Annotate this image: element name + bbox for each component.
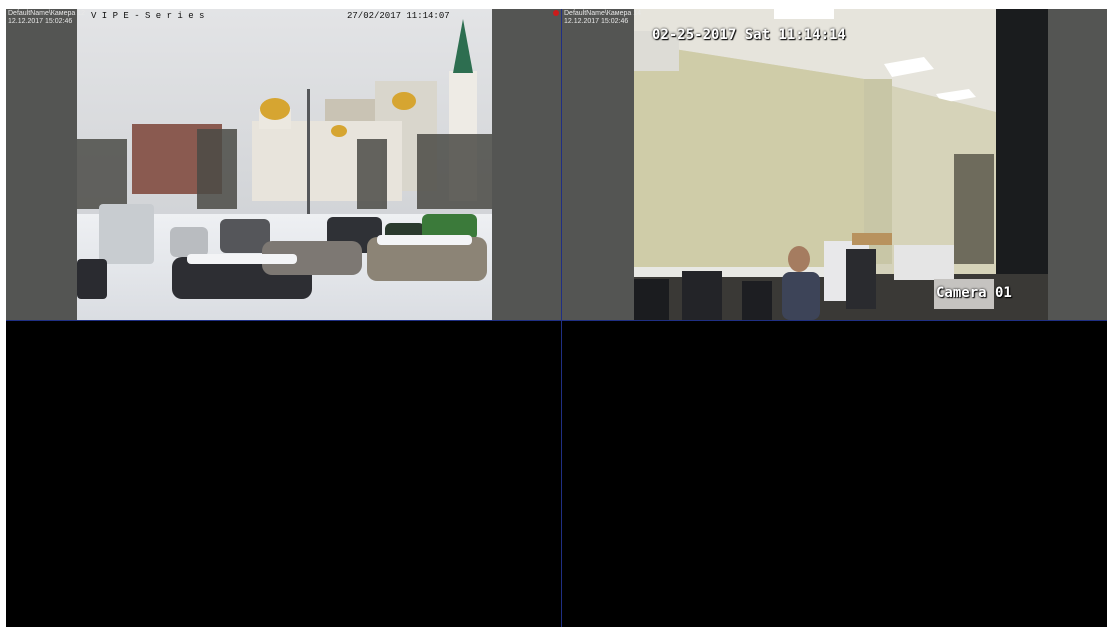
camera-1-info: DefaultName\Камера 12 12.12.2017 15:02:4… [8,10,85,26]
camera-tile-2[interactable]: 02-25-2017 Sat 11:14:14 Camera 01 Defaul… [562,9,1107,320]
camera-2-name: DefaultName\Камера 14 [564,10,641,17]
grid-divider-horizontal [6,320,1107,321]
camera-1-overlay-model: V I P E - S e r i e s [91,11,205,21]
camera-1-overlay-datetime: 27/02/2017 11:14:07 [347,11,450,21]
camera-1-name: DefaultName\Камера 12 [8,10,85,17]
camera-tile-1[interactable]: V I P E - S e r i e s 27/02/2017 11:14:0… [6,9,561,320]
camera-2-overlay-datetime: 02-25-2017 Sat 11:14:14 [652,27,846,43]
camera-feed-1-image [77,9,492,320]
camera-2-info: DefaultName\Камера 14 12.12.2017 15:02:4… [564,10,641,26]
camera-feed-1: V I P E - S e r i e s 27/02/2017 11:14:0… [77,9,492,320]
camera-tile-3[interactable] [6,321,561,627]
camera-2-overlay-camera: Camera 01 [936,285,1012,301]
camera-feed-2: 02-25-2017 Sat 11:14:14 Camera 01 [634,9,1048,320]
camera-tile-4[interactable] [562,321,1107,627]
recording-indicator-icon [553,10,559,16]
camera-2-timestamp: 12.12.2017 15:02:46 [564,18,629,25]
camera-grid: V I P E - S e r i e s 27/02/2017 11:14:0… [6,9,1107,627]
camera-feed-2-image [634,9,1048,320]
camera-1-timestamp: 12.12.2017 15:02:46 [8,18,73,25]
grid-divider-vertical [561,9,562,627]
